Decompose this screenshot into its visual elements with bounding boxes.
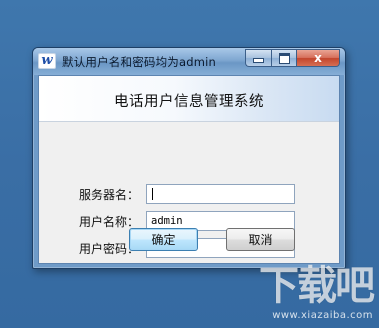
text-caret	[152, 188, 153, 200]
header-banner: 电话用户信息管理系统	[39, 76, 339, 122]
minimize-icon	[253, 58, 264, 63]
system-title: 电话用户信息管理系统	[114, 94, 264, 110]
maximize-button[interactable]	[271, 49, 297, 67]
server-name-label: 服务器名：	[79, 188, 140, 202]
cancel-button[interactable]: 取消	[226, 228, 295, 251]
minimize-button[interactable]	[245, 49, 271, 67]
close-button[interactable]: x	[297, 49, 340, 67]
desktop: w 默认用户名和密码均为admin x 电话用户信息管理系统 服务器名： 用户名…	[0, 0, 379, 328]
login-window: w 默认用户名和密码均为admin x 电话用户信息管理系统 服务器名： 用户名…	[32, 47, 346, 269]
dialog-client-area: 电话用户信息管理系统 服务器名： 用户名称： admin 用户密码： *****…	[38, 75, 340, 264]
close-icon: x	[314, 51, 322, 65]
server-name-input[interactable]	[146, 184, 295, 204]
ok-button[interactable]: 确定	[129, 228, 198, 251]
watermark-logo-text: 下载吧	[259, 263, 375, 309]
username-value: admin	[151, 215, 183, 227]
caption-buttons: x	[245, 49, 340, 67]
app-icon: w	[38, 53, 56, 69]
watermark: 下载吧 www.xiazaiba.com	[225, 263, 375, 326]
title-bar[interactable]: w 默认用户名和密码均为admin x	[33, 48, 345, 75]
watermark-url: www.xiazaiba.com	[272, 310, 373, 321]
window-title: 默认用户名和密码均为admin	[62, 55, 217, 69]
maximize-icon	[278, 52, 290, 64]
